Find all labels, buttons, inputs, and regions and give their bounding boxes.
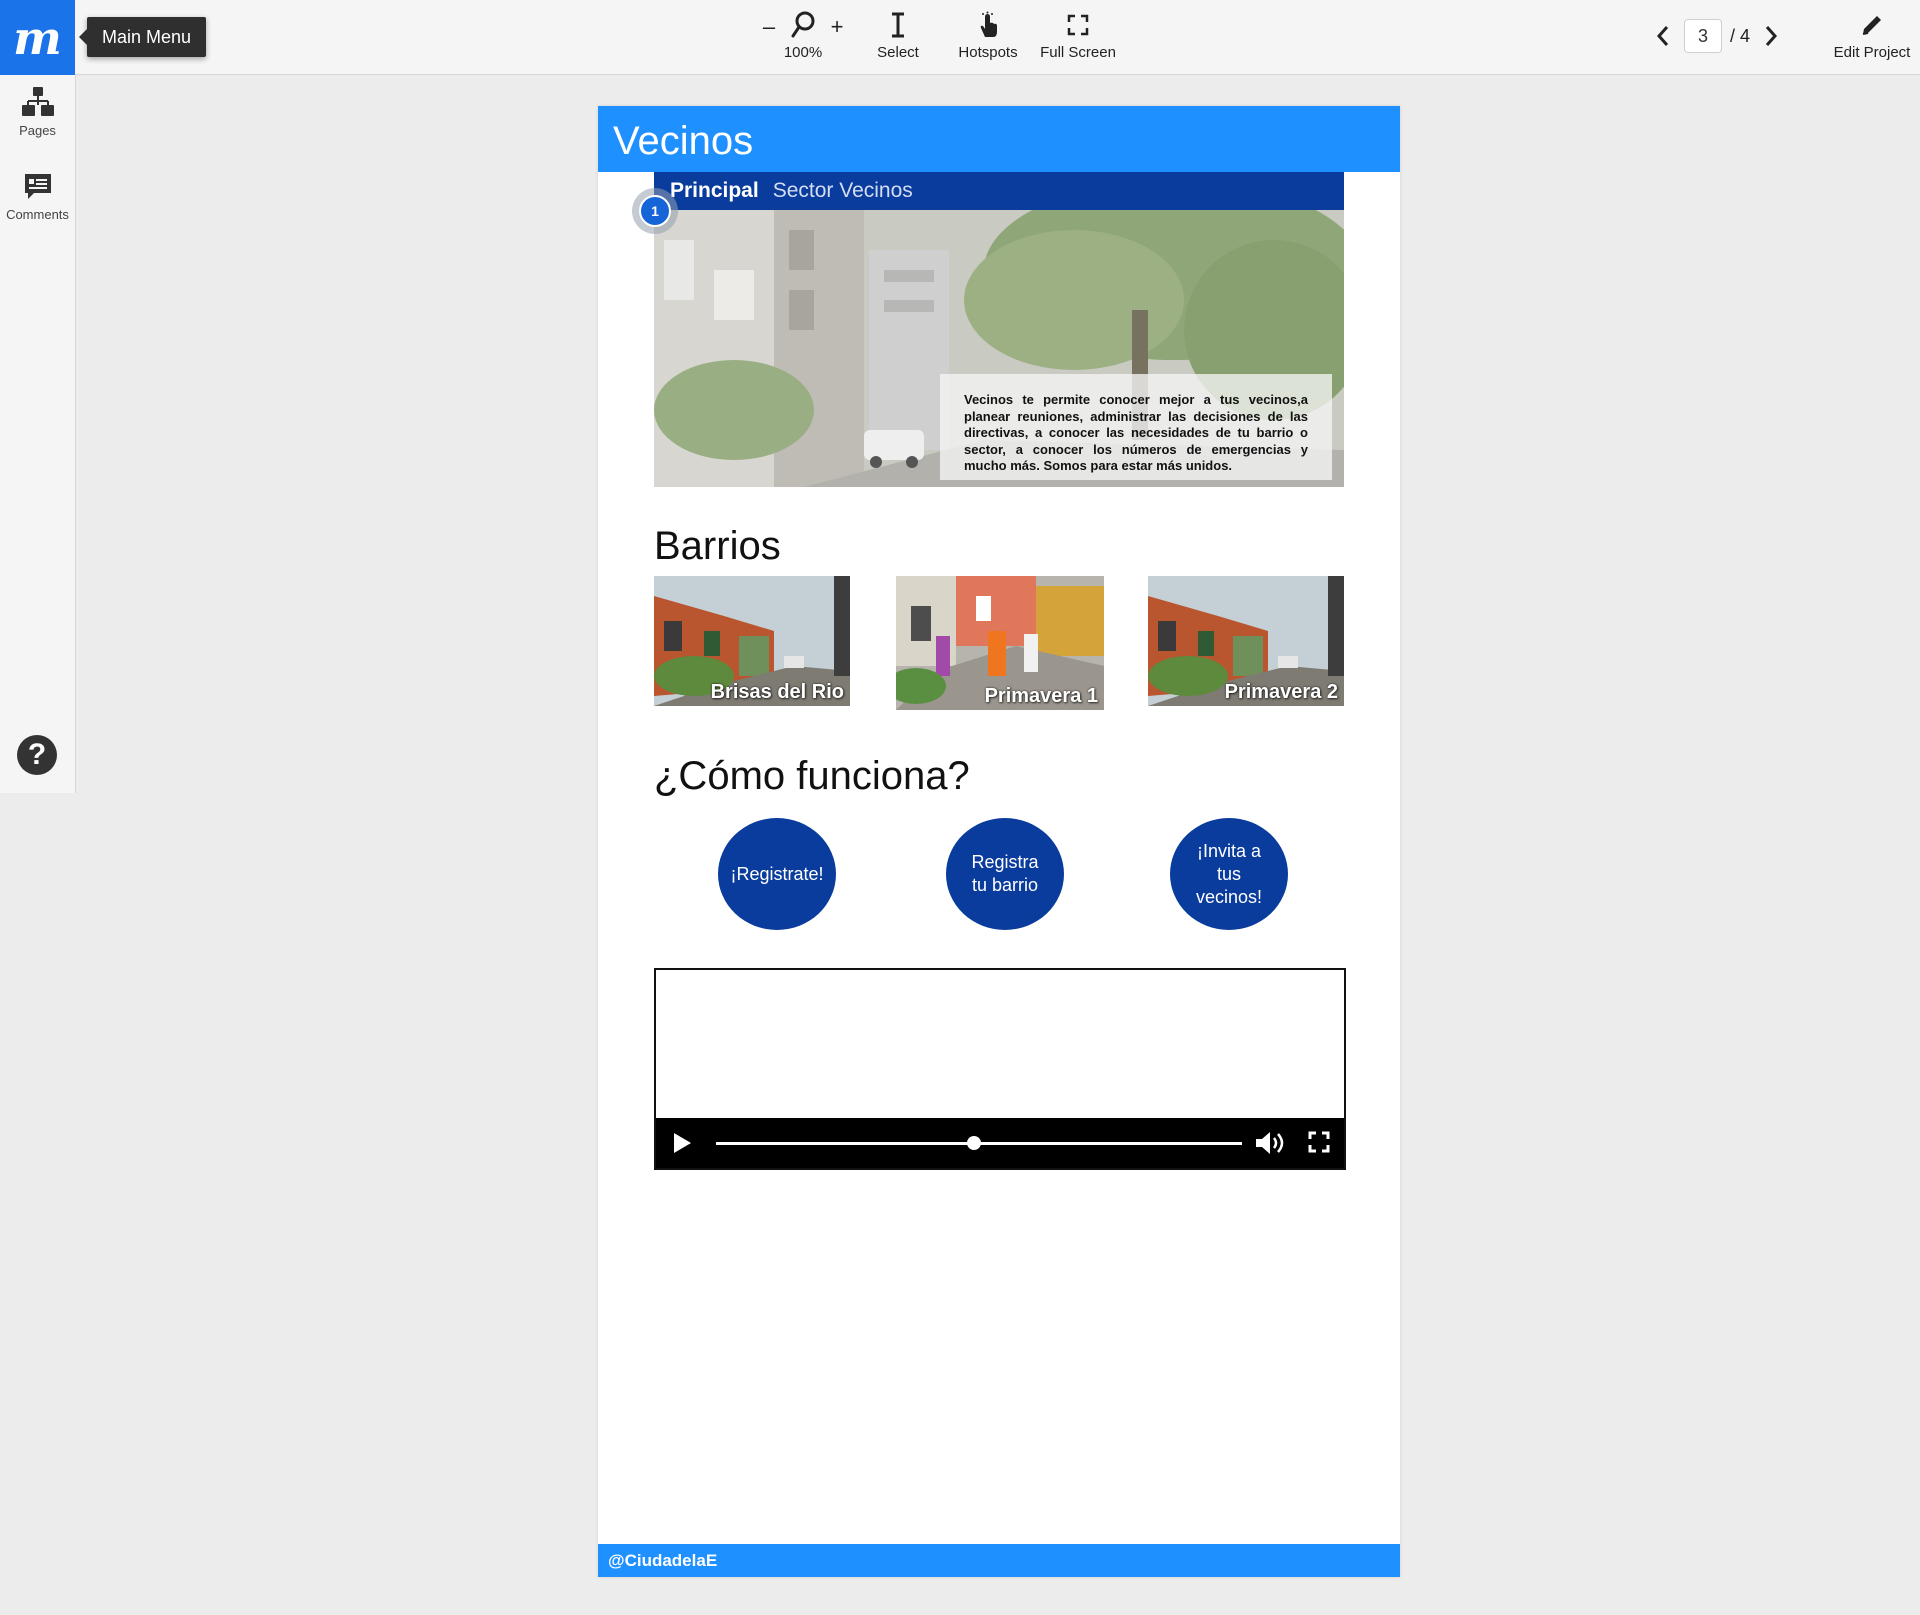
- prev-page-button[interactable]: [1650, 21, 1676, 51]
- main-menu-tooltip: Main Menu: [78, 17, 207, 57]
- top-toolbar: m Main Menu – 100% + Select Hotspots Ful…: [0, 0, 1920, 75]
- hero-description: Vecinos te permite conocer mejor a tus v…: [940, 374, 1332, 480]
- fullscreen-label: Full Screen: [1040, 44, 1116, 61]
- nav-sector-vecinos[interactable]: Sector Vecinos: [773, 179, 913, 203]
- video-progress-knob[interactable]: [966, 1136, 981, 1150]
- zoom-control[interactable]: 100%: [780, 10, 826, 61]
- step-invite-button[interactable]: ¡Invita a tus vecinos!: [1170, 818, 1288, 930]
- app-header-title: Vecinos: [598, 106, 1400, 172]
- step-label: ¡Invita a tus vecinos!: [1195, 840, 1263, 907]
- main-menu-logo[interactable]: m: [0, 0, 75, 75]
- video-progress-track[interactable]: [716, 1136, 1242, 1150]
- video-fullscreen-button[interactable]: [1308, 1131, 1330, 1158]
- comment-icon: [0, 167, 75, 207]
- page-number-input[interactable]: [1684, 19, 1722, 53]
- como-funciona-title: ¿Cómo funciona?: [654, 754, 970, 798]
- magnifier-icon: [780, 10, 826, 40]
- pencil-icon: [1830, 10, 1914, 40]
- barrio-caption: Primavera 2: [1224, 681, 1338, 703]
- step-label: ¡Registrate!: [730, 863, 824, 884]
- hotspots-tool[interactable]: Hotspots: [955, 10, 1021, 61]
- page-total: / 4: [1730, 25, 1751, 46]
- pointer-hand-icon: [955, 10, 1021, 40]
- barrio-caption: Primavera 1: [984, 685, 1098, 707]
- zoom-out-button[interactable]: –: [758, 14, 780, 40]
- logo-letter: m: [13, 10, 62, 65]
- select-label: Select: [877, 44, 919, 61]
- hotspot-marker[interactable]: 1: [632, 188, 678, 234]
- fullscreen-icon: [1308, 1131, 1330, 1153]
- hotspots-label: Hotspots: [958, 44, 1018, 61]
- help-button[interactable]: ?: [17, 735, 57, 775]
- barrio-card-brisas[interactable]: Brisas del Rio: [654, 576, 850, 706]
- hotspot-number: 1: [639, 195, 671, 227]
- edit-project-label: Edit Project: [1833, 44, 1911, 61]
- barrio-caption: Brisas del Rio: [710, 681, 844, 703]
- volume-icon: [1256, 1132, 1284, 1154]
- chevron-left-icon: [1656, 26, 1669, 46]
- pages-label: Pages: [19, 123, 56, 138]
- sitemap-icon: [0, 83, 75, 123]
- edit-project-button[interactable]: Edit Project: [1830, 10, 1914, 61]
- prototype-nav: Principal Sector Vecinos: [654, 172, 1344, 210]
- video-controls: [656, 1118, 1344, 1168]
- step-register-button[interactable]: ¡Registrate!: [718, 818, 836, 930]
- sidebar-item-pages[interactable]: Pages: [0, 83, 75, 138]
- left-sidebar: Pages Comments ?: [0, 75, 76, 793]
- question-icon: ?: [27, 738, 47, 771]
- prototype-footer: @CiudadelaE: [598, 1544, 1400, 1577]
- prototype-screen: Vecinos Principal Sector Vecinos Vecinos…: [598, 106, 1400, 1577]
- sidebar-item-comments[interactable]: Comments: [0, 167, 75, 222]
- zoom-in-button[interactable]: +: [826, 14, 848, 40]
- select-tool[interactable]: Select: [870, 10, 926, 61]
- nav-principal[interactable]: Principal: [670, 179, 759, 203]
- play-button[interactable]: [674, 1133, 691, 1153]
- text-cursor-icon: [870, 10, 926, 40]
- video-player: [654, 968, 1346, 1170]
- next-page-button[interactable]: [1758, 21, 1784, 51]
- hero-image: Vecinos te permite conocer mejor a tus v…: [654, 210, 1344, 487]
- step-register-barrio-button[interactable]: Registra tu barrio: [946, 818, 1064, 930]
- barrio-card-primavera-2[interactable]: Primavera 2: [1148, 576, 1344, 706]
- fullscreen-icon: [1038, 10, 1118, 40]
- fullscreen-tool[interactable]: Full Screen: [1038, 10, 1118, 61]
- barrios-title: Barrios: [654, 524, 781, 568]
- page-navigator: / 4: [1650, 18, 1784, 54]
- barrio-card-primavera-1[interactable]: Primavera 1: [896, 576, 1104, 710]
- step-label: Registra tu barrio: [971, 852, 1039, 895]
- zoom-level: 100%: [783, 44, 823, 61]
- comments-label: Comments: [6, 207, 69, 222]
- volume-button[interactable]: [1254, 1130, 1286, 1161]
- chevron-right-icon: [1765, 26, 1778, 46]
